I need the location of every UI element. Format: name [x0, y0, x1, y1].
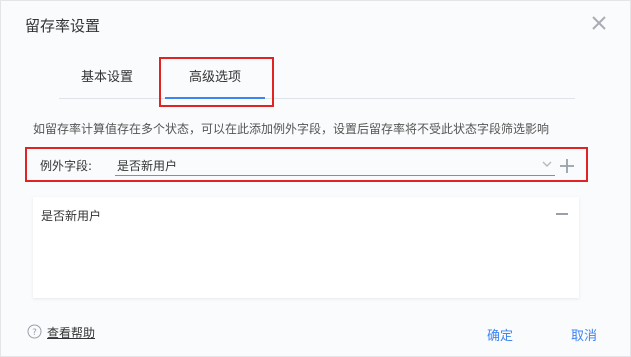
- highlight-box-tab: [159, 57, 274, 107]
- highlight-box-field: [25, 147, 588, 182]
- list-item-label: 是否新用户: [41, 209, 102, 223]
- cancel-button[interactable]: 取消: [571, 325, 597, 344]
- confirm-button[interactable]: 确定: [487, 325, 513, 344]
- close-icon[interactable]: [589, 13, 609, 33]
- exception-list: 是否新用户: [33, 197, 579, 298]
- minus-icon[interactable]: [554, 207, 570, 221]
- tab-bar: 基本设置 高级选项: [59, 59, 575, 99]
- help-link-label: 查看帮助: [47, 326, 96, 340]
- tab-basic-settings[interactable]: 基本设置: [59, 59, 155, 99]
- dialog-title: 留存率设置: [25, 17, 101, 35]
- svg-text:?: ?: [32, 328, 37, 338]
- question-circle-icon: ?: [27, 324, 42, 339]
- retention-settings-dialog: 留存率设置 基本设置 高级选项 如留存率计算值存在多个状态，可以在此添加例外字段…: [0, 0, 631, 357]
- description-text: 如留存率计算值存在多个状态，可以在此添加例外字段，设置后留存率将不受此状态字段筛…: [33, 122, 550, 136]
- list-item: 是否新用户: [33, 197, 579, 229]
